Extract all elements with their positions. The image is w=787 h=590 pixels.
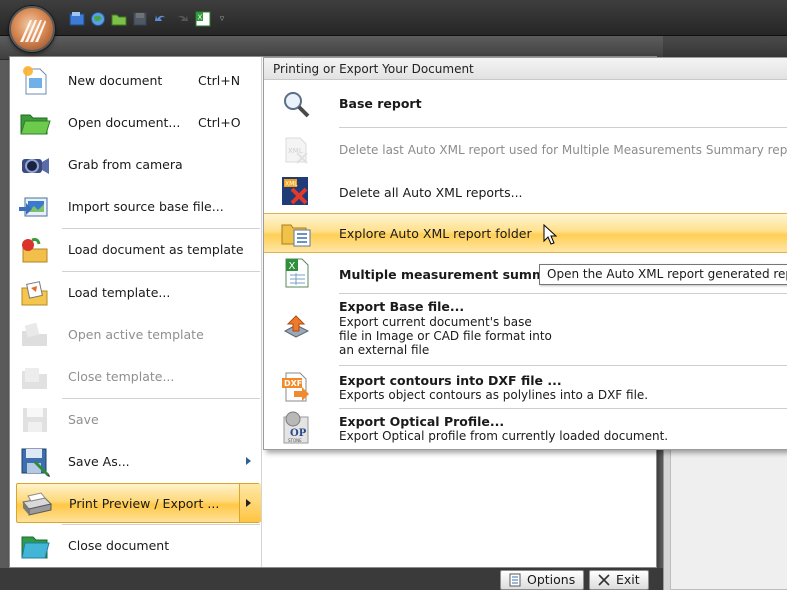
menu-item-load-template[interactable]: Load template... [16, 273, 260, 313]
submenu-item-export-optical-profile[interactable]: OP STONE Export Optical Profile... Export… [264, 409, 787, 449]
menu-item-close-document[interactable]: Close document [16, 526, 260, 566]
save-icon[interactable] [131, 10, 149, 28]
open-icon[interactable] [68, 10, 86, 28]
menu-item-label: New document [68, 73, 163, 88]
application-menu: New document Ctrl+N Open document... Ctr… [9, 56, 787, 568]
menu-separator [62, 398, 260, 399]
globe-icon[interactable] [89, 10, 107, 28]
menu-item-open-active-template[interactable]: Open active template [16, 315, 260, 355]
submenu-header: Printing or Export Your Document [264, 58, 787, 80]
menu-item-label: Close document [68, 538, 170, 553]
folder-list-icon [278, 218, 314, 250]
new-document-icon [18, 65, 52, 97]
customize-quick-access-icon[interactable]: ▿ [215, 10, 229, 28]
submenu-item-title: Explore Auto XML report folder [339, 226, 532, 241]
submenu-item-title: Delete last Auto XML report used for Mul… [339, 143, 787, 157]
menu-item-label: Save As... [68, 454, 130, 469]
submenu-item-title: Export contours into DXF file ... [339, 373, 562, 388]
menu-item-open-document[interactable]: Open document... Ctrl+O [16, 103, 260, 143]
menu-separator [62, 524, 260, 525]
submenu-item-title: Multiple measurement summary [339, 267, 568, 282]
submenu-item-explore-auto-xml-folder[interactable]: Explore Auto XML report folder [264, 213, 787, 253]
svg-text:XML: XML [288, 147, 303, 155]
export-arrow-icon [278, 312, 314, 344]
submenu-item-title: Base report [339, 96, 422, 111]
submenu-item-delete-all-auto-xml[interactable]: XML Delete all Auto XML reports... [264, 171, 787, 214]
menu-item-new-document[interactable]: New document Ctrl+N [16, 61, 260, 101]
submenu-item-base-report[interactable]: Base report [264, 81, 787, 127]
options-icon [509, 573, 521, 587]
submenu-item-description: Export current document's base file in I… [339, 315, 552, 357]
menu-item-import-source-base-file[interactable]: Import source base file... [16, 187, 260, 227]
submenu-item-export-base-file[interactable]: Export Base file... Export current docum… [264, 294, 787, 364]
submenu-item-delete-last-auto-xml[interactable]: XML Delete last Auto XML report used for… [264, 128, 787, 171]
xml-delete-icon: XML [278, 134, 314, 166]
dxf-export-icon: DXF [278, 371, 314, 403]
menu-item-close-template[interactable]: Close template... [16, 357, 260, 397]
menu-item-shortcut: Ctrl+N [198, 73, 241, 88]
menu-item-print-preview-export[interactable]: Print Preview / Export ... [16, 483, 261, 523]
menu-item-grab-from-camera[interactable]: Grab from camera [16, 145, 260, 185]
close-icon [598, 574, 610, 586]
menu-separator [62, 271, 260, 272]
svg-text:XML: XML [285, 181, 298, 188]
printer-icon [19, 488, 53, 520]
menu-item-label: Open active template [68, 327, 204, 342]
close-template-icon [18, 361, 52, 393]
submenu-arrow-icon [246, 499, 251, 507]
app-logo-icon [20, 20, 46, 42]
svg-text:X: X [289, 261, 296, 272]
open-template-icon [18, 319, 52, 351]
submenu-arrow-icon [246, 457, 251, 465]
quick-access-toolbar: X ▿ [68, 9, 229, 29]
xml-delete-all-icon: XML [278, 175, 314, 207]
excel-sheet-icon: X [278, 257, 314, 289]
tooltip: Open the Auto XML report generated repor… [539, 264, 787, 285]
menu-item-load-document-as-template[interactable]: Load document as template [16, 230, 260, 270]
application-menu-left-pane: New document Ctrl+N Open document... Ctr… [10, 57, 262, 567]
menu-separator [62, 228, 260, 229]
exit-button[interactable]: Exit [589, 570, 649, 590]
op-badge-subtext: STONE [288, 438, 302, 443]
options-button[interactable]: Options [500, 570, 585, 590]
load-template-doc-icon [18, 234, 52, 266]
close-document-icon [18, 530, 52, 562]
menu-item-label: Import source base file... [68, 199, 224, 214]
folder-icon[interactable] [110, 10, 128, 28]
load-template-icon [18, 277, 52, 309]
submenu-item-title: Delete all Auto XML reports... [339, 185, 523, 200]
svg-text:X: X [198, 14, 203, 22]
menu-item-label: Close template... [68, 369, 175, 384]
camera-icon [18, 149, 52, 181]
excel-icon[interactable]: X [194, 10, 212, 28]
import-image-icon [18, 191, 52, 223]
save-as-icon [18, 446, 52, 478]
application-menu-button[interactable] [9, 6, 55, 52]
menu-item-save[interactable]: Save [16, 400, 260, 440]
magnifier-icon [278, 88, 314, 120]
menu-item-save-as[interactable]: Save As... [16, 442, 260, 482]
menu-item-label: Load document as template [68, 242, 244, 257]
menu-item-label: Load template... [68, 285, 171, 300]
redo-icon[interactable] [173, 10, 191, 28]
export-submenu: Printing or Export Your Document Base re… [263, 57, 787, 450]
menu-item-label: Open document... [68, 115, 181, 130]
mouse-cursor-icon [543, 224, 558, 245]
save-icon [18, 404, 52, 436]
exit-label: Exit [616, 572, 640, 587]
submenu-item-title: Export Base file... [339, 299, 465, 314]
undo-icon[interactable] [152, 10, 170, 28]
menu-item-label: Save [68, 412, 99, 427]
submenu-item-description: Exports object contours as polylines int… [339, 388, 649, 402]
submenu-item-title: Export Optical Profile... [339, 414, 505, 429]
dxf-badge-text: DXF [284, 379, 302, 388]
menu-item-label: Grab from camera [68, 157, 183, 172]
submenu-item-description: Export Optical profile from currently lo… [339, 429, 669, 443]
open-folder-icon [18, 107, 52, 139]
menu-item-label: Print Preview / Export ... [69, 496, 220, 511]
submenu-item-export-contours-dxf[interactable]: DXF Export contours into DXF file ... Ex… [264, 366, 787, 408]
menu-item-shortcut: Ctrl+O [198, 115, 241, 130]
optical-profile-icon: OP STONE [278, 411, 314, 444]
options-label: Options [527, 572, 576, 587]
